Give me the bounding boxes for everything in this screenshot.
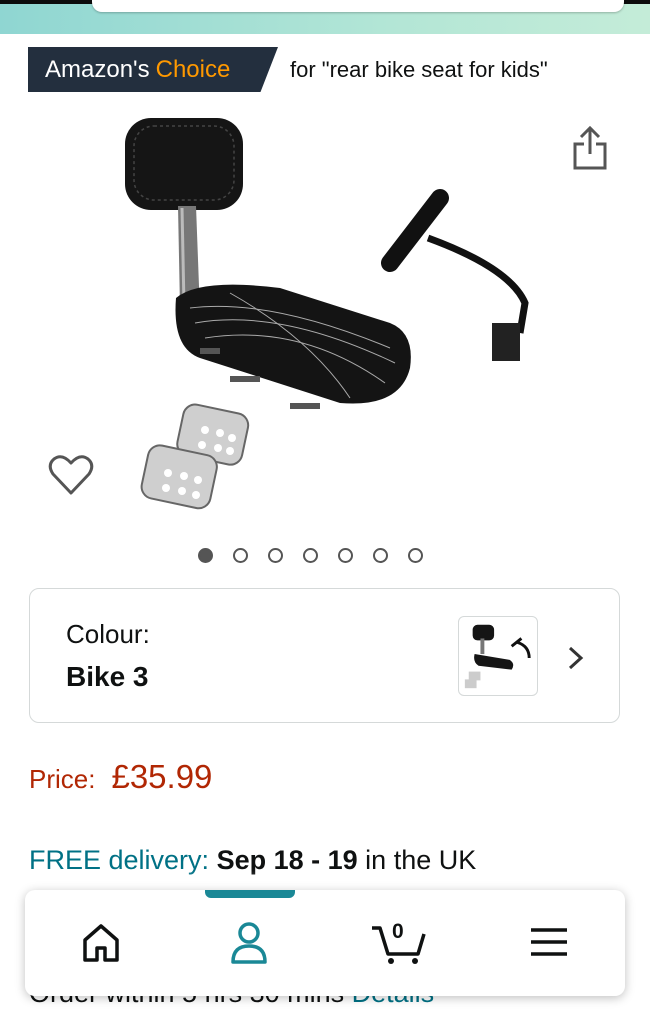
colour-selector[interactable]: Colour: Bike 3 xyxy=(29,588,620,723)
colour-thumbnail[interactable] xyxy=(458,616,538,696)
badge-amazons-text: Amazon's xyxy=(45,55,150,83)
carousel-dot[interactable] xyxy=(373,548,388,563)
carousel-dot[interactable] xyxy=(338,548,353,563)
carousel-dot[interactable] xyxy=(198,548,213,563)
badge-keyword-text: for "rear bike seat for kids" xyxy=(290,56,548,82)
badge-choice-text: Choice xyxy=(155,55,231,83)
colour-label: Colour: xyxy=(66,619,150,649)
person-icon[interactable] xyxy=(225,918,273,966)
share-icon[interactable] xyxy=(570,124,610,172)
price-value: £35.99 xyxy=(111,758,213,795)
home-icon[interactable] xyxy=(77,918,125,966)
product-image[interactable] xyxy=(110,108,550,528)
top-search-bar-area xyxy=(0,0,650,34)
carousel-dot[interactable] xyxy=(268,548,283,563)
price-label: Price: xyxy=(29,764,96,794)
hamburger-menu-icon[interactable] xyxy=(525,918,573,966)
search-box[interactable] xyxy=(92,0,624,12)
active-tab-indicator xyxy=(205,890,295,898)
carousel-dot[interactable] xyxy=(233,548,248,563)
colour-value: Bike 3 xyxy=(66,661,149,692)
carousel-dot[interactable] xyxy=(303,548,318,563)
amazons-choice-badge: Amazon's Choice xyxy=(28,47,278,92)
price-row: Price: £35.99 xyxy=(29,758,212,796)
carousel-dot[interactable] xyxy=(408,548,423,563)
bottom-navigation: 0 xyxy=(25,890,625,996)
image-carousel-dots xyxy=(198,548,423,563)
amazons-choice-row: Amazon's Choice for "rear bike seat for … xyxy=(28,47,548,92)
heart-icon[interactable] xyxy=(47,451,95,499)
cart-count: 0 xyxy=(392,920,404,943)
cart-button[interactable]: 0 xyxy=(370,918,430,966)
chevron-right-icon[interactable] xyxy=(565,644,587,672)
